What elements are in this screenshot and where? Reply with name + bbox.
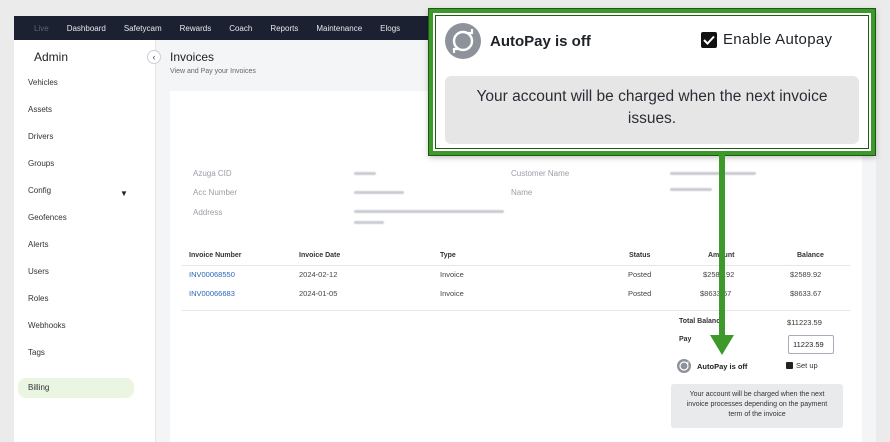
invoice-status: Posted [628,270,652,279]
redacted-customer-name [670,172,756,175]
sidebar-item-assets[interactable]: Assets [14,104,156,131]
col-header-balance: Balance [797,252,824,259]
sidebar-title: Admin [34,50,69,64]
redacted-address-line2 [354,221,384,224]
redacted-cid [354,172,376,175]
sidebar-item-geofences[interactable]: Geofences [14,212,156,239]
col-header-invoice-date: Invoice Date [299,252,341,259]
sidebar-item-alerts[interactable]: Alerts [14,239,156,266]
sidebar-item-webhooks[interactable]: Webhooks [14,320,156,347]
autopay-sync-icon [445,23,481,59]
autopay-callout: AutoPay is off Enable Autopay Your accou… [429,9,875,155]
sidebar-item-config[interactable]: Config ▼ [14,185,156,212]
invoice-status: Posted [628,289,652,298]
nav-item-safetycam[interactable]: Safetycam [124,24,162,33]
autopay-note: Your account will be charged when the ne… [671,384,843,428]
callout-autopay-status: AutoPay is off [490,33,591,50]
address-label: Address [193,208,223,217]
acc-number-label: Acc Number [193,188,238,197]
autopay-sync-icon [677,359,691,373]
invoice-number-link[interactable]: INV00068550 [189,270,235,279]
invoice-type: Invoice [440,270,464,279]
invoice-amount: $8633.67 [700,289,732,298]
sidebar-item-billing[interactable]: Billing [18,378,134,398]
cid-label: Azuga CID [193,169,232,178]
invoice-balance: $8633.67 [790,289,822,298]
pay-amount-input[interactable]: 11223.59 [788,335,834,354]
table-divider [182,310,850,311]
page-title: Invoices [170,50,215,64]
nav-item-rewards[interactable]: Rewards [180,24,212,33]
invoice-number-link[interactable]: INV00066683 [189,289,235,298]
arrow-head-icon [710,335,734,355]
redacted-name [670,188,712,191]
sidebar-list: Vehicles Assets Drivers Groups Config ▼ … [14,77,156,398]
col-header-type: Type [440,252,456,259]
nav-item-live[interactable]: Live [34,24,49,33]
nav-item-dashboard[interactable]: Dashboard [67,24,106,33]
enable-autopay-label: Enable Autopay [723,31,833,48]
sidebar: Admin Vehicles Assets Drivers Groups Con… [14,40,156,442]
redacted-address [354,210,504,213]
invoice-date: 2024-01-05 [299,289,338,298]
col-header-status: Status [629,252,651,259]
sidebar-item-tags[interactable]: Tags [14,347,156,374]
invoice-type: Invoice [440,289,464,298]
sidebar-item-label: Config [28,186,52,195]
total-balance-label: Total Balance [679,318,724,325]
sidebar-item-users[interactable]: Users [14,266,156,293]
nav-item-maintenance[interactable]: Maintenance [316,24,362,33]
total-balance-value: $11223.59 [787,318,822,327]
name-label: Name [511,188,533,197]
setup-label: Set up [796,361,818,370]
arrow-pointer [719,155,725,339]
pay-label: Pay [679,336,692,343]
invoice-date: 2024-02-12 [299,270,338,279]
redacted-acc-number [354,191,404,194]
invoice-balance: $2589.92 [790,270,822,279]
sidebar-item-roles[interactable]: Roles [14,293,156,320]
table-divider [182,265,850,266]
nav-item-elogs[interactable]: Elogs [380,24,400,33]
collapse-sidebar-button[interactable]: ‹ [147,50,161,64]
nav-item-reports[interactable]: Reports [270,24,298,33]
setup-checkbox[interactable] [786,362,793,369]
callout-note: Your account will be charged when the ne… [445,76,859,144]
caret-down-icon: ▼ [120,189,128,198]
autopay-status: AutoPay is off [697,362,748,371]
sidebar-item-groups[interactable]: Groups [14,158,156,185]
sidebar-item-vehicles[interactable]: Vehicles [14,77,156,104]
page-subtitle: View and Pay your Invoices [170,68,256,75]
nav-item-coach[interactable]: Coach [229,24,252,33]
enable-autopay-checkbox[interactable] [701,32,717,48]
customer-name-label: Customer Name [511,169,570,178]
col-header-invoice-number: Invoice Number [189,252,242,259]
sidebar-item-drivers[interactable]: Drivers [14,131,156,158]
